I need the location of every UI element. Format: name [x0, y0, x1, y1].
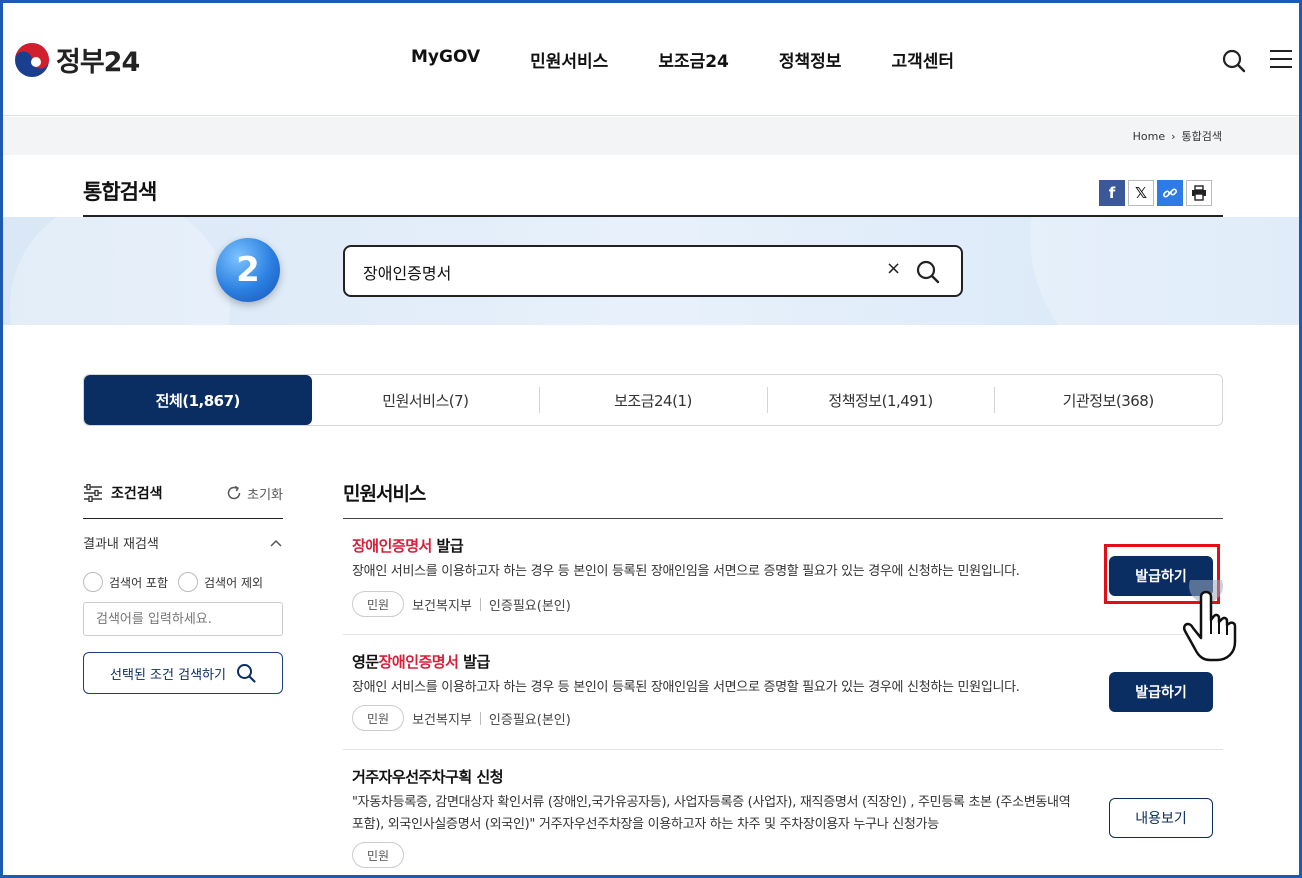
- share-tools: f 𝕏: [1099, 180, 1212, 206]
- condition-search-label: 선택된 조건 검색하기: [110, 667, 226, 683]
- site-logo[interactable]: 정부24: [14, 40, 140, 79]
- result-meta: 민원 보건복지부 인증필요(본인): [352, 705, 571, 731]
- result-item: 장애인증명서 발급 장애인 서비스를 이용하고자 하는 경우 등 본인이 등록된…: [343, 519, 1223, 635]
- refresh-icon: [227, 485, 241, 500]
- link-icon[interactable]: [1157, 180, 1183, 206]
- category-tag: 민원: [352, 705, 405, 731]
- filter-sidebar: 조건검색 초기화 결과내 재검색 검색어 포함 검색어 제외 선택된 조건 검색…: [83, 480, 283, 694]
- tab-civil-service[interactable]: 민원서비스(7): [312, 375, 540, 425]
- section-title: 민원서비스: [343, 483, 426, 505]
- search-icon[interactable]: [1221, 48, 1247, 74]
- nav-mygov[interactable]: MyGOV: [411, 47, 480, 72]
- search-box: ×: [343, 245, 963, 297]
- condition-search-button[interactable]: 선택된 조건 검색하기: [83, 652, 283, 694]
- radio-circle-icon: [83, 572, 103, 592]
- refine-section-header[interactable]: 결과내 재검색: [83, 533, 283, 552]
- result-title-prefix: 거주자우선주차구획 신청: [352, 768, 504, 786]
- nav-policy[interactable]: 정책정보: [779, 47, 842, 72]
- result-meta: 민원: [352, 842, 405, 868]
- clear-icon[interactable]: ×: [886, 258, 901, 279]
- pointing-hand-cursor-icon: [1176, 569, 1272, 668]
- result-title-highlight: 장애인증명서: [378, 653, 459, 671]
- nav-subsidy[interactable]: 보조금24: [658, 47, 729, 72]
- result-description: "자동차등록증, 감면대상자 확인서류 (장애인,국가유공자등), 사업자등록증…: [352, 795, 1071, 832]
- site-header: 정부24 MyGOV 민원서비스 보조금24 정책정보 고객센터: [0, 0, 1302, 116]
- category-tag: 민원: [352, 842, 405, 868]
- tab-all[interactable]: 전체(1,867): [84, 375, 312, 425]
- breadcrumb-bar: Home › 통합검색: [0, 117, 1302, 155]
- refine-title: 결과내 재검색: [83, 537, 159, 552]
- result-title[interactable]: 영문장애인증명서 발급: [352, 651, 490, 672]
- taegeuk-logo-icon: [14, 42, 50, 78]
- logo-text: 정부24: [56, 47, 140, 78]
- sidebar-divider: [83, 518, 283, 519]
- agency-name: 보건복지부: [412, 598, 472, 614]
- result-title-highlight: 장애인증명서: [352, 537, 432, 555]
- tab-subsidy[interactable]: 보조금24(1): [539, 375, 767, 425]
- main-nav: MyGOV 민원서비스 보조금24 정책정보 고객센터: [411, 47, 1004, 72]
- breadcrumb-home[interactable]: Home: [1133, 130, 1165, 143]
- result-title[interactable]: 장애인증명서 발급: [352, 535, 464, 556]
- page-title: 통합검색: [83, 180, 157, 204]
- result-item: 거주자우선주차구획 신청 "자동차등록증, 감면대상자 확인서류 (장애인,국가…: [343, 750, 1223, 878]
- auth-requirement: 인증필요(본인): [488, 712, 571, 728]
- category-tag: 민원: [352, 591, 405, 617]
- meta-separator: [479, 597, 481, 611]
- breadcrumb-current: 통합검색: [1181, 130, 1222, 143]
- nav-civil-service[interactable]: 민원서비스: [530, 47, 608, 72]
- tab-policy[interactable]: 정책정보(1,491): [766, 375, 995, 425]
- view-details-button[interactable]: 내용보기: [1109, 798, 1213, 838]
- include-keyword-label: 검색어 포함: [109, 575, 169, 590]
- result-tabs: 전체(1,867) 민원서비스(7) 보조금24(1) 정책정보(1,491) …: [83, 374, 1223, 426]
- result-description: 장애인 서비스를 이용하고자 하는 경우 등 본인이 등록된 장애인임을 서면으…: [352, 564, 1020, 579]
- result-title[interactable]: 거주자우선주차구획 신청: [352, 766, 504, 787]
- step-number-badge: 2: [216, 238, 280, 302]
- exclude-keyword-label: 검색어 제외: [204, 575, 264, 590]
- reset-label: 초기화: [247, 487, 283, 503]
- meta-separator: [479, 711, 481, 725]
- tab-agency[interactable]: 기관정보(368): [994, 375, 1222, 425]
- include-keyword-radio[interactable]: 검색어 포함: [83, 572, 168, 592]
- issue-button[interactable]: 발급하기: [1109, 672, 1213, 712]
- reset-button[interactable]: 초기화: [226, 484, 283, 503]
- search-input[interactable]: [363, 259, 863, 285]
- sliders-icon: [84, 484, 102, 502]
- result-title-suffix: 발급: [431, 537, 464, 555]
- breadcrumb: Home › 통합검색: [1133, 128, 1222, 144]
- agency-name: 보건복지부: [412, 712, 472, 728]
- x-twitter-icon[interactable]: 𝕏: [1128, 180, 1154, 206]
- refine-search-input[interactable]: [83, 602, 283, 636]
- auth-requirement: 인증필요(본인): [488, 598, 571, 614]
- filter-title: 조건검색: [83, 483, 163, 503]
- result-meta: 민원 보건복지부 인증필요(본인): [352, 591, 571, 617]
- search-submit-icon[interactable]: [915, 259, 941, 285]
- result-item: 영문장애인증명서 발급 장애인 서비스를 이용하고자 하는 경우 등 본인이 등…: [343, 635, 1223, 750]
- result-title-prefix: 영문: [352, 653, 379, 671]
- result-title-suffix: 발급: [458, 653, 490, 671]
- chevron-up-icon: [270, 539, 282, 547]
- filter-title-text: 조건검색: [111, 486, 163, 502]
- facebook-icon[interactable]: f: [1099, 180, 1125, 206]
- hamburger-icon[interactable]: [1270, 49, 1292, 69]
- nav-customer-center[interactable]: 고객센터: [891, 47, 954, 72]
- print-icon[interactable]: [1186, 180, 1212, 206]
- result-description: 장애인 서비스를 이용하고자 하는 경우 등 본인이 등록된 장애인임을 서면으…: [352, 680, 1020, 695]
- search-icon: [236, 664, 256, 683]
- radio-circle-icon: [178, 572, 199, 592]
- exclude-keyword-radio[interactable]: 검색어 제외: [178, 572, 263, 592]
- chevron-right-icon: ›: [1171, 129, 1176, 143]
